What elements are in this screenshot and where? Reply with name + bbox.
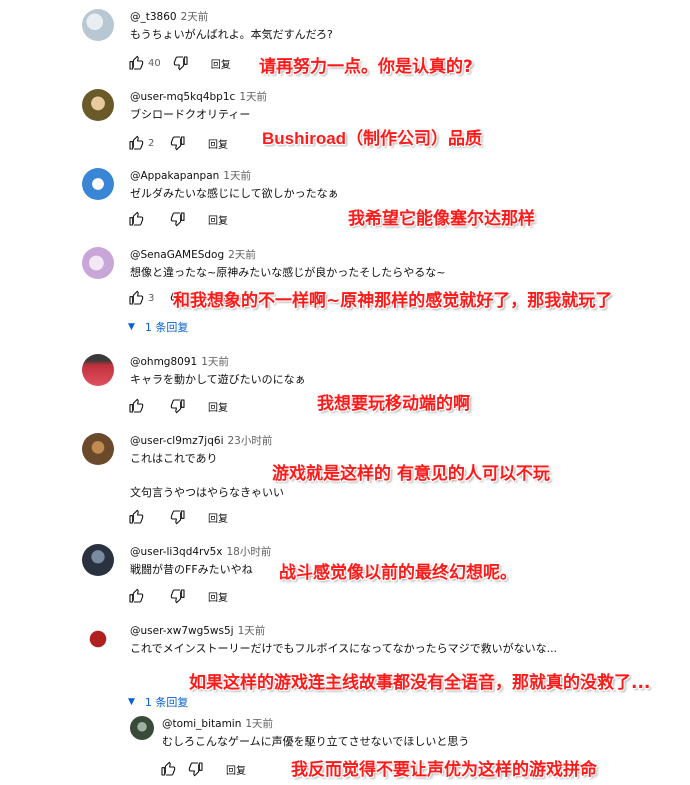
show-replies-button[interactable]: ▼ 1 条回复: [128, 694, 188, 710]
comment-time[interactable]: 1天前: [245, 718, 273, 730]
translation-overlay: 请再努力一点。你是认真的?: [259, 57, 473, 77]
thumbs-down-icon[interactable]: [188, 761, 204, 777]
thumbs-up-icon[interactable]: [128, 398, 144, 414]
chevron-down-icon: ▼: [128, 322, 135, 332]
chevron-down-icon: ▼: [128, 697, 135, 707]
comment-text: 想像と違ったな~原神みたいな感じが良かったそしたらやるな~: [130, 266, 446, 279]
comment-author[interactable]: @Appakapanpan: [130, 170, 219, 182]
translation-overlay: 我希望它能像塞尔达那样: [348, 209, 535, 229]
comment-text: これはこれであり: [130, 452, 218, 465]
reply-button[interactable]: 回复: [208, 212, 228, 227]
reply-button[interactable]: 回复: [226, 762, 246, 777]
show-replies-label: 1 条回复: [144, 321, 189, 334]
translation-overlay: 和我想象的不一样啊~原神那样的感觉就好了，那我就玩了: [173, 291, 613, 311]
comment-actions: 回复: [160, 760, 246, 778]
translation-overlay: 游戏就是这样的 有意见的人可以不玩: [272, 464, 550, 484]
translation-overlay: Bushiroad（制作公司）品质: [262, 124, 482, 149]
comment-text: キャラを動かして遊びたいのになぁ: [130, 373, 306, 386]
comment-actions: 回复: [128, 587, 228, 605]
comment-actions: 回复: [128, 397, 228, 415]
comment-time[interactable]: 18小时前: [226, 546, 271, 558]
translation-rest: （制作公司）品质: [346, 129, 483, 149]
avatar[interactable]: [82, 623, 114, 655]
comment-text: 戦闘が昔のFFみたいやね: [130, 563, 253, 576]
avatar[interactable]: [82, 168, 114, 200]
comment-actions: 回复: [128, 508, 228, 526]
thumbs-up-icon[interactable]: [128, 290, 144, 306]
thumbs-up-icon[interactable]: [128, 55, 144, 71]
avatar[interactable]: [82, 89, 114, 121]
comment-actions: 回复: [128, 210, 228, 228]
comment-text-line: 文句言うやつはやらなきゃいい: [130, 486, 284, 499]
comment-author[interactable]: @_t3860: [130, 11, 177, 23]
avatar[interactable]: [82, 544, 114, 576]
comment-text: ゼルダみたいな感じにして欲しかったなぁ: [130, 187, 339, 200]
comment-time[interactable]: 1天前: [239, 91, 267, 103]
comment-author[interactable]: @ohmg8091: [130, 356, 197, 368]
avatar[interactable]: [130, 716, 154, 740]
show-replies-button[interactable]: ▼ 1 条回复: [128, 319, 188, 335]
thumbs-up-icon[interactable]: [128, 509, 144, 525]
thumbs-down-icon[interactable]: [170, 588, 186, 604]
avatar[interactable]: [82, 433, 114, 465]
thumbs-up-icon[interactable]: [128, 211, 144, 227]
translation-overlay: 我想要玩移动端的啊: [317, 394, 470, 414]
like-count: 2: [148, 137, 155, 149]
comment-time[interactable]: 1天前: [238, 625, 266, 637]
translation-overlay: 战斗感觉像以前的最终幻想呢。: [279, 563, 517, 583]
comment-author[interactable]: @user-cl9mz7jq6i: [130, 435, 224, 447]
comment-time[interactable]: 23小时前: [228, 435, 273, 447]
thumbs-down-icon[interactable]: [170, 398, 186, 414]
comment-text: むしろこんなゲームに声優を駆り立てさせないでほしいと思う: [162, 735, 470, 748]
reply-button[interactable]: 回复: [208, 136, 228, 151]
comment-text: これでメインストーリーだけでもフルボイスになってなかったらマジで救いがないな..…: [130, 642, 558, 655]
comment-author[interactable]: @user-mq5kq4bp1c: [130, 91, 235, 103]
comment-author[interactable]: @tomi_bitamin: [162, 718, 241, 730]
comment-text: もうちょいがんばれよ。本気だすんだろ?: [130, 28, 333, 41]
comment-author[interactable]: @user-li3qd4rv5x: [130, 546, 222, 558]
like-count: 40: [148, 57, 161, 69]
comment-actions: 40 回复: [128, 54, 231, 72]
avatar[interactable]: [82, 247, 114, 279]
avatar[interactable]: [82, 9, 114, 41]
comment-author[interactable]: @SenaGAMESdog: [130, 249, 224, 261]
comment-time[interactable]: 1天前: [201, 356, 229, 368]
thumbs-down-icon[interactable]: [170, 211, 186, 227]
comment-time[interactable]: 2天前: [228, 249, 256, 261]
avatar[interactable]: [82, 354, 114, 386]
reply-button[interactable]: 回复: [208, 399, 228, 414]
translation-latin: Bushiroad: [262, 129, 347, 148]
like-count: 3: [148, 292, 155, 304]
comment-author[interactable]: @user-xw7wg5ws5j: [130, 625, 234, 637]
show-replies-label: 1 条回复: [144, 696, 189, 709]
comment-time[interactable]: 2天前: [181, 11, 209, 23]
reply-button[interactable]: 回复: [208, 589, 228, 604]
thumbs-up-icon[interactable]: [128, 135, 144, 151]
comment-text: ブシロードクオリティー: [130, 108, 251, 121]
comment-actions: 2 回复: [128, 134, 228, 152]
thumbs-down-icon[interactable]: [170, 135, 186, 151]
reply-button[interactable]: 回复: [211, 56, 231, 71]
reply-button[interactable]: 回复: [208, 510, 228, 525]
thumbs-up-icon[interactable]: [160, 761, 176, 777]
comment-time[interactable]: 1天前: [223, 170, 251, 182]
translation-overlay: 如果这样的游戏连主线故事都没有全语音，那就真的没救了...: [189, 673, 651, 693]
thumbs-down-icon[interactable]: [173, 55, 189, 71]
thumbs-up-icon[interactable]: [128, 588, 144, 604]
thumbs-down-icon[interactable]: [170, 509, 186, 525]
translation-overlay: 我反而觉得不要让声优为这样的游戏拼命: [291, 760, 597, 780]
